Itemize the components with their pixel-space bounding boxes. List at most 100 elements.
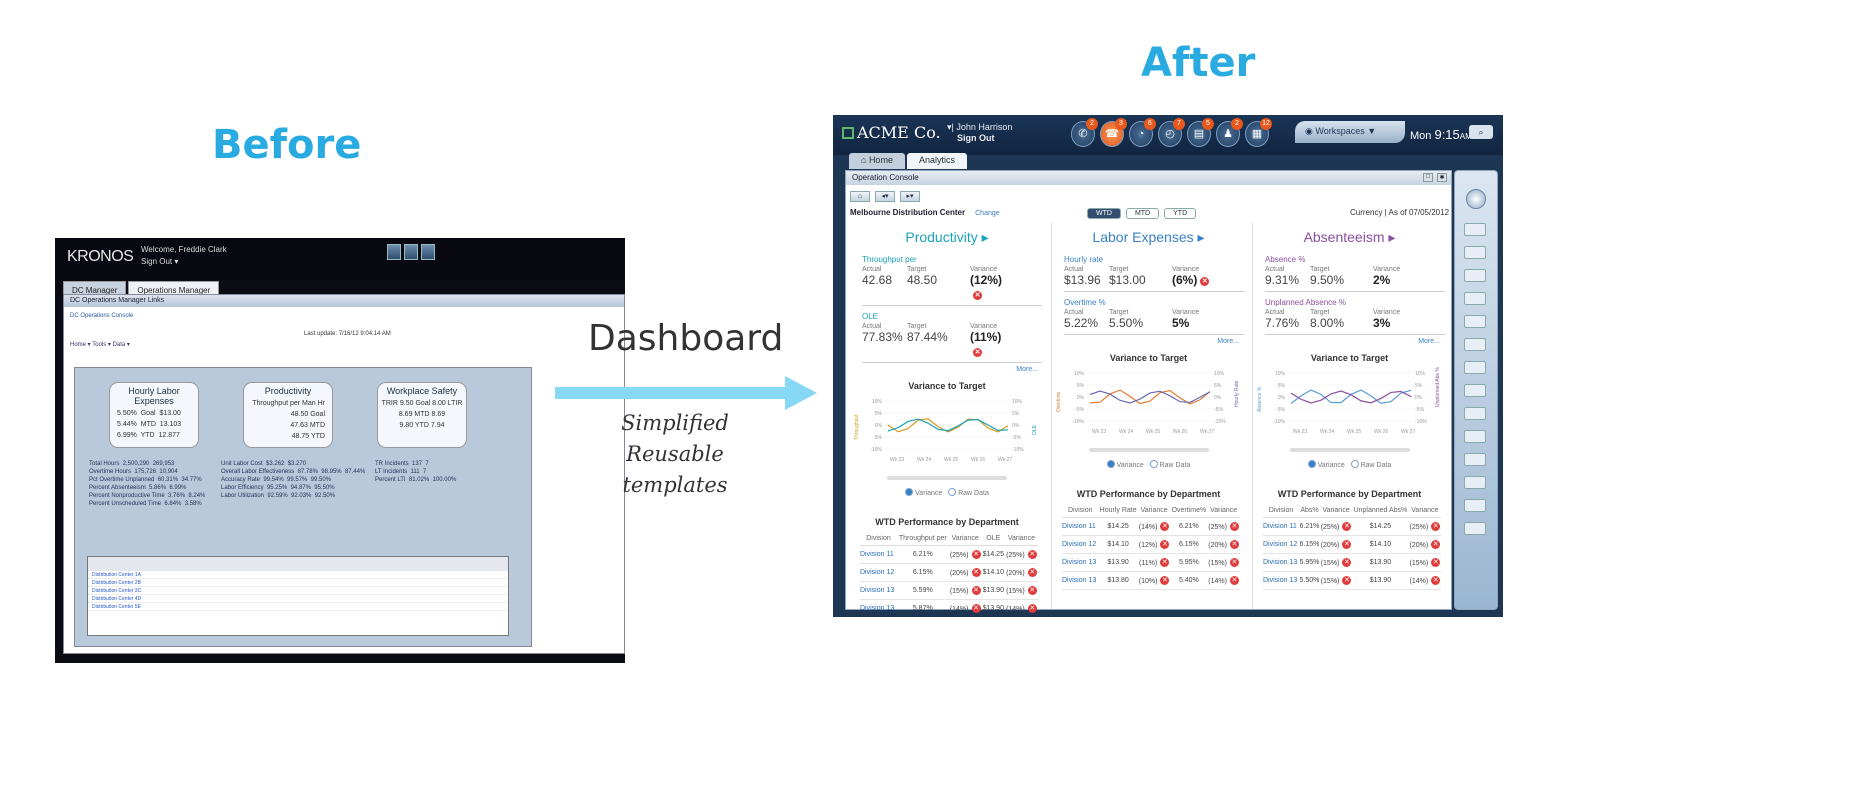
radio-variance[interactable]	[905, 488, 914, 496]
user-area[interactable]: ▾| John Harrison Sign Out	[947, 122, 1012, 144]
cell[interactable]: Division 13	[1263, 553, 1300, 572]
report-icon[interactable]: ▤ 5	[1187, 118, 1214, 147]
column-title[interactable]: Absenteeism ▸	[1253, 229, 1446, 249]
cell[interactable]: Division 13	[1263, 571, 1300, 590]
table-row[interactable]: Distribution Center 4D	[88, 595, 508, 603]
metric[interactable]: Absence % Actual Target Variance 9.31% 9.50…	[1265, 255, 1445, 292]
report-icon[interactable]	[387, 244, 401, 260]
cell[interactable]: Division 12	[1062, 535, 1099, 554]
more-link[interactable]: More...	[850, 366, 1038, 373]
sidebar-button[interactable]	[1464, 315, 1486, 328]
radio-variance[interactable]	[1106, 460, 1115, 468]
metric[interactable]: OLE Actual Target Variance 77.83% 87.44% (11…	[862, 312, 1042, 363]
table-row[interactable]: Distribution Center 3C	[88, 587, 508, 595]
series-line-left	[887, 418, 1009, 433]
sidebar-button[interactable]	[1464, 522, 1486, 535]
sidebar-button[interactable]	[1464, 269, 1486, 282]
radio-variance[interactable]	[1307, 460, 1316, 468]
more-link[interactable]: More...	[1253, 338, 1440, 345]
chart-icon[interactable]	[404, 244, 418, 260]
column-header: Division	[1263, 507, 1300, 518]
labor-panel[interactable]: Hourly Labor Expenses 5.50% Goal $13.00 …	[109, 382, 199, 448]
dashboard-label: Dashboard	[588, 318, 784, 359]
table-row[interactable]: Division 13 $13.80 (10%) ✕ 5.40% (14%) ✕	[1062, 571, 1240, 590]
sidebar-button[interactable]	[1464, 453, 1486, 466]
home-nav-button[interactable]: ⌂	[850, 191, 870, 202]
metric[interactable]: Throughput per Actual Target Variance 42.6…	[862, 255, 1042, 306]
sidebar-button[interactable]	[1464, 430, 1486, 443]
metric[interactable]: Overtime % Actual Target Variance 5.22% 5.5…	[1064, 298, 1244, 335]
sidebar-button[interactable]	[1464, 292, 1486, 305]
forward-button[interactable]: ▸▾	[900, 191, 920, 202]
radio-raw[interactable]	[948, 488, 957, 496]
table-row[interactable]: Division 13 5.95% (15%) ✕ $13.90 (15%) ✕	[1263, 553, 1441, 572]
cell[interactable]: Division 11	[860, 545, 897, 564]
sidebar-button[interactable]	[1464, 361, 1486, 374]
cell[interactable]: Division 11	[1263, 517, 1300, 536]
metric[interactable]: Hourly rate Actual Target Variance $13.96 $…	[1064, 255, 1244, 292]
range-slider[interactable]	[1289, 448, 1410, 452]
table-row[interactable]: Division 12 6.15% (20%) ✕ $14.10 (20%) ✕	[860, 563, 1038, 582]
column-title[interactable]: Productivity ▸	[850, 229, 1044, 249]
productivity-panel[interactable]: Productivity Throughput per Man Hr 48.50…	[243, 382, 333, 448]
tab-home[interactable]: ⌂ Home	[849, 153, 905, 169]
before-menus[interactable]: Home ▾ Tools ▾ Data ▾	[70, 341, 130, 348]
sidebar-button[interactable]	[1464, 407, 1486, 420]
settings-icon[interactable]	[421, 244, 435, 260]
settings-icon[interactable]: ✱	[1437, 173, 1447, 182]
megaphone-icon[interactable]: ✆ 2	[1071, 118, 1098, 147]
keyboard-icon[interactable]: ▦ 12	[1245, 118, 1272, 147]
table-row[interactable]: Division 13 5.50% (15%) ✕ $13.90 (14%) ✕	[1263, 571, 1441, 590]
table-row[interactable]: Division 11 6.21% (25%) ✕ $14.25 (25%) ✕	[860, 545, 1038, 564]
back-button[interactable]: ◂▾	[875, 191, 895, 202]
search-icon[interactable]: ⌕	[1469, 125, 1493, 139]
gauge-icon[interactable]: ◴ 7	[1158, 118, 1185, 147]
sidebar-button[interactable]	[1464, 476, 1486, 489]
cell[interactable]: Division 13	[1062, 571, 1099, 590]
stopwatch-icon[interactable]: ◔ 6	[1129, 118, 1156, 147]
cell[interactable]: Division 11	[1062, 517, 1099, 536]
table-row[interactable]: Division 13 5.87% (14%) ✕ $13.90 (14%) ✕	[860, 599, 1038, 617]
table-row[interactable]: Division 13 5.59% (15%) ✕ $13.90 (15%) ✕	[860, 581, 1038, 600]
sidebar-button[interactable]	[1464, 384, 1486, 397]
cell[interactable]: Division 12	[1263, 535, 1300, 554]
table-row[interactable]: Division 11 $14.25 (14%) ✕ 6.21% (25%) ✕	[1062, 517, 1240, 536]
workspaces-dropdown[interactable]: ◉ Workspaces ▼	[1295, 121, 1405, 143]
cell[interactable]: Division 12	[860, 563, 897, 582]
column-title[interactable]: Labor Expenses ▸	[1052, 229, 1245, 249]
maximize-icon[interactable]: □	[1423, 173, 1433, 182]
table-row[interactable]: Distribution Center 2B	[88, 579, 508, 587]
sidebar-button[interactable]	[1464, 246, 1486, 259]
table-row[interactable]: Division 11 6.21% (25%) ✕ $14.25 (25%) ✕	[1263, 517, 1441, 536]
table-row[interactable]: Distribution Center 1A	[88, 571, 508, 579]
before-signout-link[interactable]: Sign Out ▾	[141, 256, 227, 268]
notification-icons: ✆ 2 ☎ 3 ◔ 6 ◴ 7 ▤ 5 ♟ 2 ▦ 12	[1071, 118, 1272, 147]
cell[interactable]: Division 13	[1062, 553, 1099, 572]
table-row[interactable]: Distribution Center 5E	[88, 603, 508, 611]
change-location-link[interactable]: Change	[975, 210, 1000, 217]
table-row[interactable]: Division 13 $13.90 (11%) ✕ 5.95% (15%) ✕	[1062, 553, 1240, 572]
period-ytd[interactable]: YTD	[1164, 208, 1197, 219]
tab-analytics[interactable]: Analytics	[906, 153, 967, 169]
period-wtd[interactable]: WTD	[1087, 208, 1121, 219]
before-breadcrumb[interactable]: DC Operations Console	[70, 313, 133, 319]
signout-link[interactable]: Sign Out	[957, 133, 995, 143]
cell[interactable]: Division 13	[860, 581, 897, 600]
table-row[interactable]: Division 12 6.15% (20%) ✕ $14.10 (20%) ✕	[1263, 535, 1441, 554]
period-mtd[interactable]: MTD	[1125, 208, 1160, 219]
globe-icon[interactable]	[1466, 189, 1486, 209]
table-row[interactable]: Division 12 $14.10 (12%) ✕ 6.15% (20%) ✕	[1062, 535, 1240, 554]
cell[interactable]: Division 13	[860, 599, 897, 617]
sidebar-button[interactable]	[1464, 338, 1486, 351]
safety-panel[interactable]: Workplace Safety TRIR 9.50 Goal 8.00 LTI…	[377, 382, 467, 448]
sidebar-button[interactable]	[1464, 499, 1486, 512]
range-slider[interactable]	[887, 476, 1007, 480]
more-link[interactable]: More...	[1052, 338, 1239, 345]
sidebar-button[interactable]	[1464, 223, 1486, 236]
radio-raw[interactable]	[1350, 460, 1359, 468]
range-slider[interactable]	[1088, 448, 1209, 452]
radio-raw[interactable]	[1149, 460, 1158, 468]
metric[interactable]: Unplanned Absence % Actual Target Variance…	[1265, 298, 1445, 335]
people-icon[interactable]: ♟ 2	[1216, 118, 1243, 147]
alert-icon[interactable]: ☎ 3	[1100, 118, 1127, 147]
